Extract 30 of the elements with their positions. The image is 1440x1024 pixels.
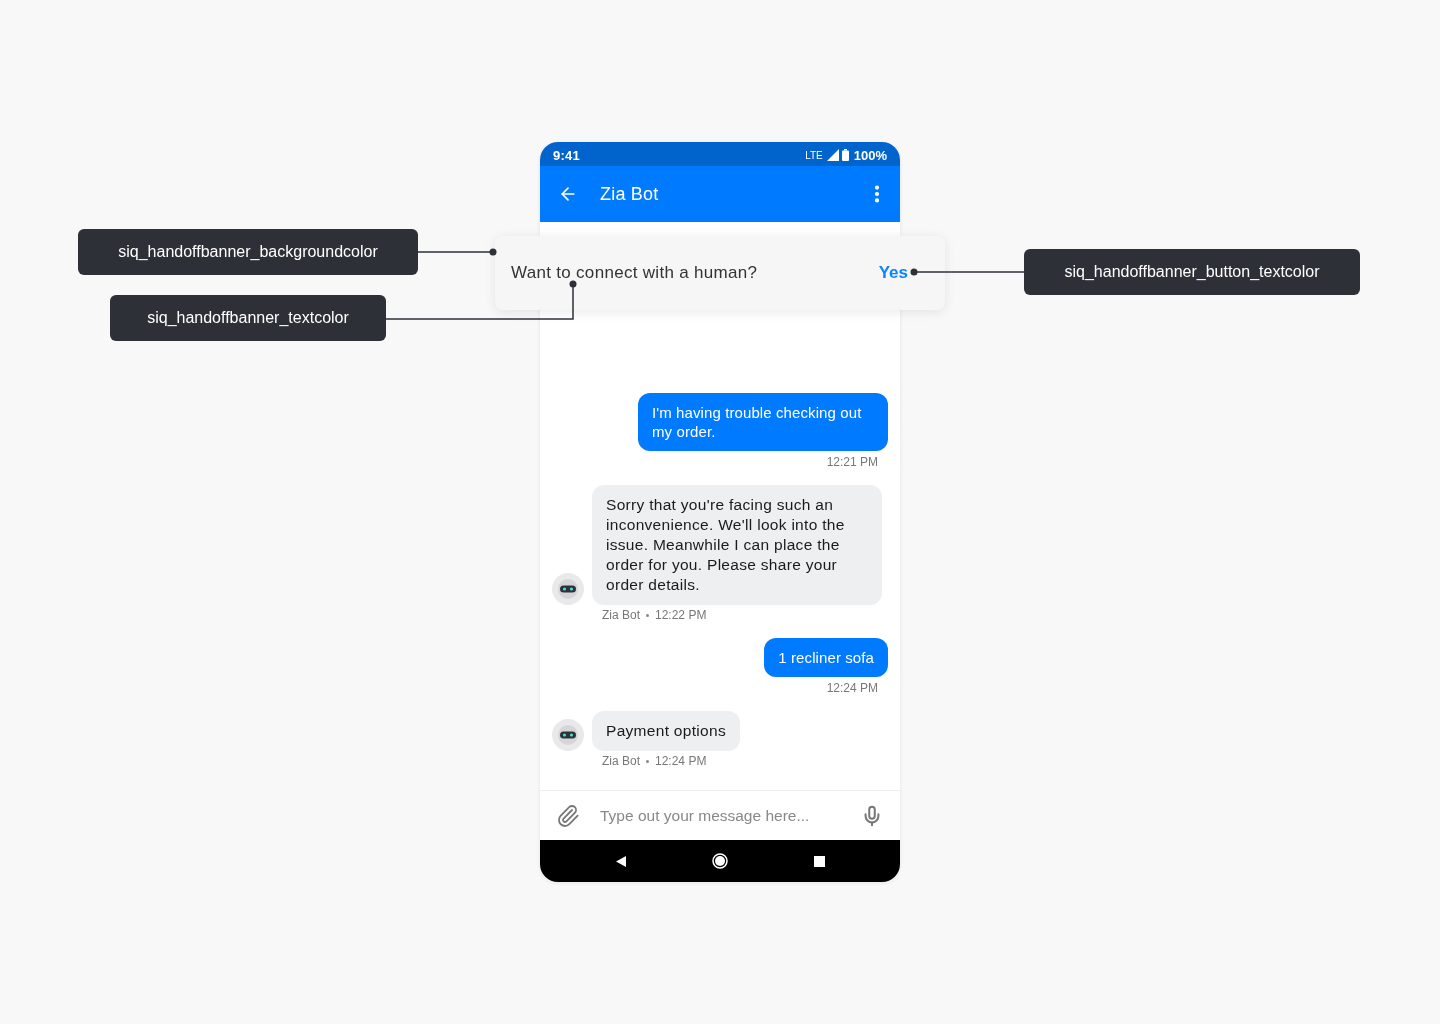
message-time: 12:21 PM — [826, 455, 879, 469]
banner-text: Want to connect with a human? — [511, 263, 758, 283]
back-triangle-icon[interactable] — [615, 855, 626, 867]
received-message: Payment options — [592, 711, 740, 751]
battery-level: 100% — [853, 147, 887, 163]
sender-name: Zia Bot — [602, 608, 640, 622]
yes-button[interactable]: Yes — [878, 263, 908, 283]
battery-icon — [841, 149, 849, 161]
home-circle-icon[interactable] — [711, 853, 728, 869]
sent-message: 1 recliner sofa — [764, 638, 888, 677]
message-time: 12:24 PM — [826, 681, 879, 695]
status-time: 9:41 — [553, 147, 580, 163]
robot-avatar-icon — [552, 719, 584, 751]
paperclip-icon[interactable] — [556, 803, 580, 828]
separator-dot-icon — [646, 759, 649, 763]
annotation-label: siq_handoffbanner_backgroundcolor — [78, 229, 418, 275]
annotation-label: siq_handoffbanner_textcolor — [110, 295, 386, 341]
square-icon[interactable] — [813, 855, 825, 867]
chat-title: Zia Bot — [600, 183, 660, 205]
message-input[interactable]: Type out your message here... — [598, 805, 861, 826]
robot-avatar-icon — [552, 573, 584, 605]
signal-icon — [826, 149, 839, 161]
network-type: LTE — [805, 149, 823, 161]
sent-message: I'm having trouble checking out my order. — [638, 393, 888, 451]
sender-name: Zia Bot — [602, 754, 640, 768]
received-message: Sorry that you're facing such an inconvenience. We'll look into the issue. Meanwhile I can place the order for you. Please share your order details. — [592, 485, 882, 605]
separator-dot-icon — [646, 613, 649, 617]
message-time: 12:22 PM — [655, 608, 707, 622]
annotation-label: siq_handoffbanner_button_textcolor — [1024, 249, 1360, 295]
message-time: 12:24 PM — [655, 754, 707, 768]
